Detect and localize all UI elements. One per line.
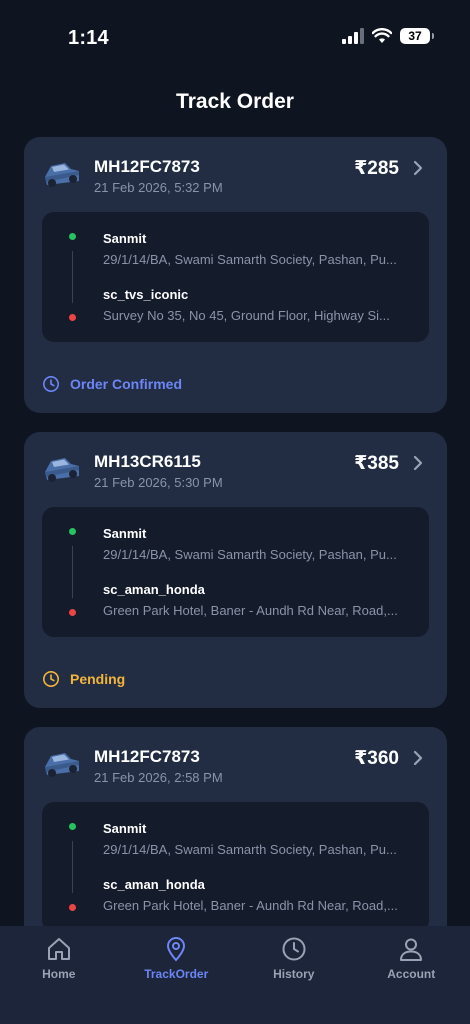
order-date: 21 Feb 2026, 5:30 PM (94, 475, 223, 490)
vehicle-number: MH12FC7873 (94, 157, 200, 176)
pickup-name: Sanmit (103, 821, 147, 836)
nav-item-history[interactable]: History (235, 926, 353, 1024)
order-status: Pending (42, 670, 125, 688)
nav-label-track-order: TrackOrder (144, 967, 209, 981)
drop-dot (69, 609, 76, 616)
route-box: Sanmit 29/1/14/BA, Swami Samarth Society,… (42, 802, 429, 932)
route-line (72, 251, 73, 303)
pickup-name: Sanmit (103, 231, 147, 246)
order-card[interactable]: MH12FC7873 21 Feb 2026, 5:32 PM ₹285 Sanmit… (24, 137, 447, 413)
pickup-dot (69, 528, 76, 535)
nav-item-track-order[interactable]: TrackOrder (118, 926, 236, 1024)
order-date: 21 Feb 2026, 5:32 PM (94, 180, 223, 195)
order-price: ₹385 (354, 453, 399, 474)
user-icon (400, 938, 423, 961)
car-icon (41, 157, 83, 191)
pickup-name: Sanmit (103, 526, 147, 541)
order-header: MH13CR6115 21 Feb 2026, 5:30 PM ₹385 (41, 450, 425, 494)
vehicle-number: MH12FC7873 (94, 747, 200, 766)
route-line (72, 841, 73, 893)
status-text: Pending (70, 671, 126, 687)
route-box: Sanmit 29/1/14/BA, Swami Samarth Society,… (42, 507, 429, 637)
car-icon (41, 452, 83, 486)
nav-label-history: History (273, 967, 315, 981)
location-pin-icon (167, 937, 186, 962)
drop-name: sc_aman_honda (103, 582, 205, 597)
drop-address: Green Park Hotel, Baner - Aundh Rd Near,… (103, 603, 398, 618)
car-icon (41, 747, 83, 781)
status-text: Order Confirmed (70, 376, 183, 392)
vehicle-number: MH13CR6115 (94, 452, 201, 471)
wifi-icon (372, 28, 392, 43)
chevron-right-icon[interactable] (411, 454, 425, 472)
order-card[interactable]: MH13CR6115 21 Feb 2026, 5:30 PM ₹385 Sanmit… (24, 432, 447, 708)
cellular-signal-icon (342, 28, 364, 44)
clock-icon (42, 375, 60, 393)
chevron-right-icon[interactable] (411, 749, 425, 767)
home-icon (47, 938, 70, 960)
clock-icon (42, 670, 60, 688)
chevron-right-icon[interactable] (411, 159, 425, 177)
drop-dot (69, 904, 76, 911)
order-list: MH12FC7873 21 Feb 2026, 5:32 PM ₹285 Sanmit… (24, 137, 447, 1022)
pickup-address: 29/1/14/BA, Swami Samarth Society, Pasha… (103, 547, 397, 562)
order-header: MH12FC7873 21 Feb 2026, 2:58 PM ₹360 (41, 745, 425, 789)
drop-address: Green Park Hotel, Baner - Aundh Rd Near,… (103, 898, 398, 913)
status-time: 1:14 (68, 27, 109, 49)
nav-item-home[interactable]: Home (0, 926, 118, 1024)
order-date: 21 Feb 2026, 2:58 PM (94, 770, 223, 785)
route-box: Sanmit 29/1/14/BA, Swami Samarth Society,… (42, 212, 429, 342)
nav-label-home: Home (42, 967, 76, 981)
pickup-dot (69, 233, 76, 240)
battery-icon: 37 (400, 28, 434, 44)
bottom-nav: Home TrackOrder History Account (0, 926, 470, 1024)
order-price: ₹360 (354, 748, 399, 769)
page-title: Track Order (176, 90, 294, 113)
drop-address: Survey No 35, No 45, Ground Floor, Highw… (103, 308, 390, 323)
pickup-address: 29/1/14/BA, Swami Samarth Society, Pasha… (103, 252, 397, 267)
route-line (72, 546, 73, 598)
order-price: ₹285 (354, 158, 399, 179)
status-icons: 37 (342, 28, 434, 44)
clock-icon (282, 937, 306, 961)
drop-name: sc_aman_honda (103, 877, 205, 892)
nav-item-account[interactable]: Account (353, 926, 470, 1024)
status-bar: 1:14 37 (0, 0, 470, 70)
pickup-address: 29/1/14/BA, Swami Samarth Society, Pasha… (103, 842, 397, 857)
drop-name: sc_tvs_iconic (103, 287, 189, 302)
pickup-dot (69, 823, 76, 830)
order-status: Order Confirmed (42, 375, 182, 393)
order-header: MH12FC7873 21 Feb 2026, 5:32 PM ₹285 (41, 155, 425, 199)
nav-label-account: Account (387, 967, 436, 981)
drop-dot (69, 314, 76, 321)
